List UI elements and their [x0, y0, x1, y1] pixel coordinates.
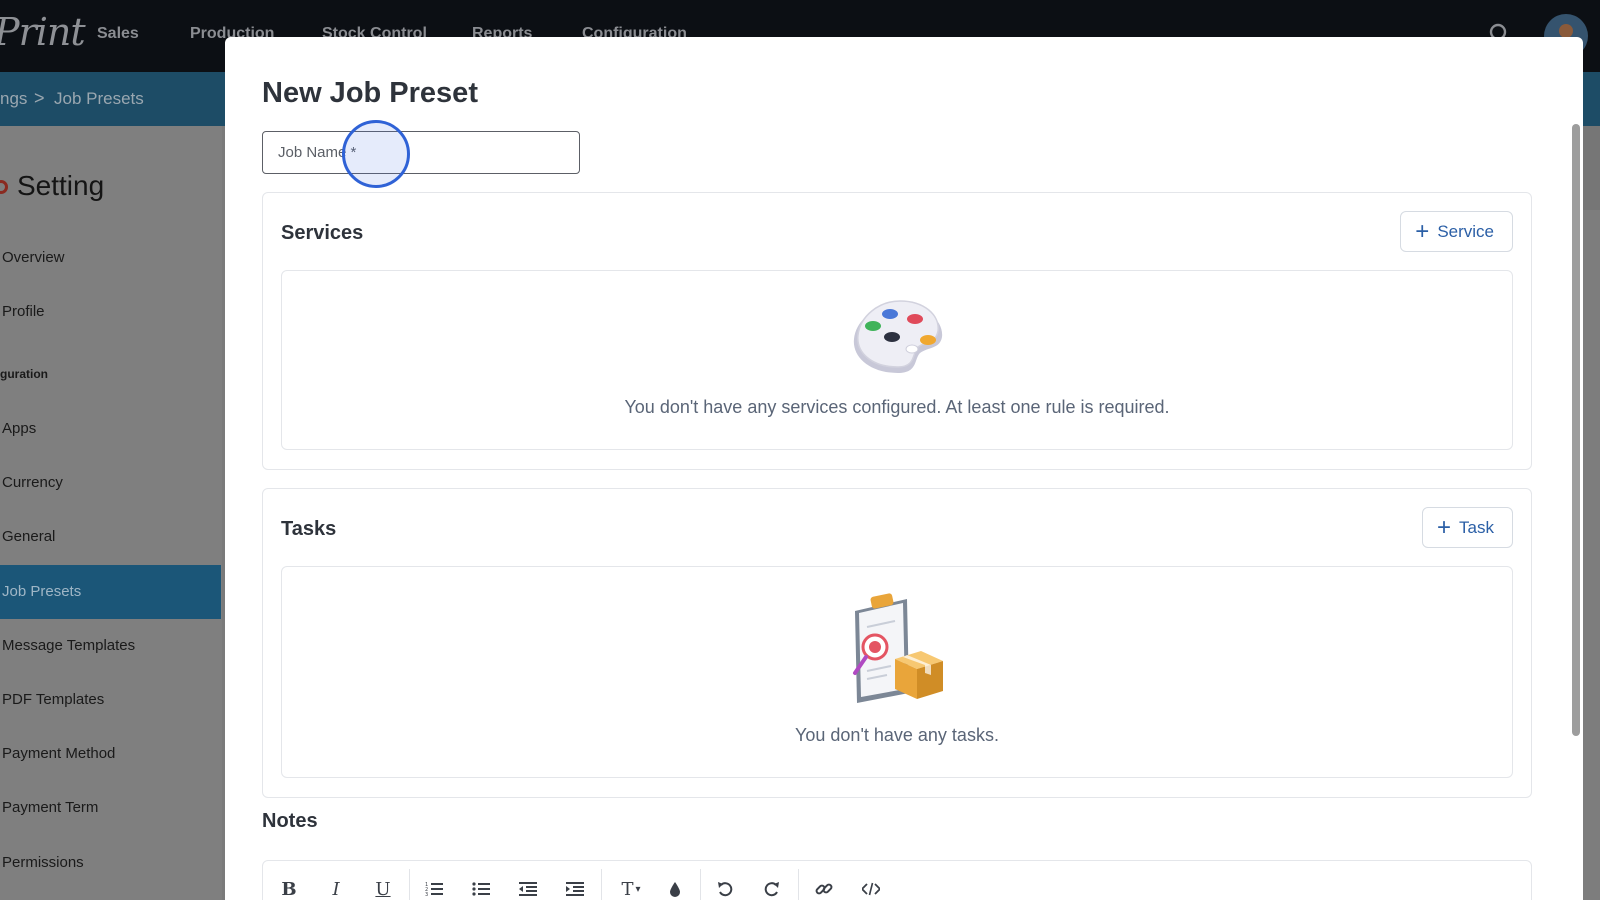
add-task-button[interactable]: + Task: [1422, 507, 1513, 548]
settings-sidebar: Setting Overview Profile guration Apps C…: [0, 126, 222, 900]
services-title: Services: [281, 222, 364, 244]
undo-icon[interactable]: [709, 875, 741, 900]
plus-icon: +: [1437, 513, 1452, 541]
ink-drop-icon[interactable]: [659, 875, 691, 900]
bullet-list-icon[interactable]: [465, 875, 497, 900]
tasks-empty-text: You don't have any tasks.: [795, 725, 999, 745]
notes-title: Notes: [262, 810, 318, 832]
tasks-empty-state: You don't have any tasks.: [281, 566, 1513, 778]
add-service-label: Service: [1437, 221, 1494, 241]
indent-icon[interactable]: [559, 875, 591, 900]
job-name-input[interactable]: [262, 131, 580, 174]
outdent-icon[interactable]: [512, 875, 544, 900]
underline-button[interactable]: U: [367, 875, 399, 900]
svg-text:3: 3: [425, 892, 428, 897]
gear-icon: [0, 180, 8, 194]
italic-button[interactable]: I: [320, 875, 352, 900]
text-style-label: T: [621, 878, 634, 900]
modal-title: New Job Preset: [262, 77, 478, 109]
link-icon[interactable]: [808, 875, 840, 900]
services-empty-state: You don't have any services configured. …: [281, 270, 1513, 450]
plus-icon: +: [1415, 217, 1430, 245]
redo-icon[interactable]: [756, 875, 788, 900]
add-task-label: Task: [1459, 517, 1494, 537]
breadcrumb-separator: >: [34, 88, 45, 108]
sidebar-item-apps[interactable]: Apps: [2, 420, 36, 437]
ordered-list-icon[interactable]: 123: [418, 875, 450, 900]
sidebar-item-payment-method[interactable]: Payment Method: [2, 745, 115, 762]
sidebar-item-profile[interactable]: Profile: [2, 303, 45, 320]
sidebar-item-message-templates[interactable]: Message Templates: [2, 637, 135, 654]
sidebar-item-job-presets[interactable]: Job Presets: [0, 565, 221, 619]
text-style-dropdown[interactable]: T ▾: [611, 875, 651, 900]
modal-scrollbar[interactable]: [1572, 124, 1580, 736]
sidebar-item-permissions[interactable]: Permissions: [2, 854, 84, 871]
paint-palette-icon: [853, 300, 943, 373]
app-logo[interactable]: Print: [0, 10, 86, 54]
bold-button[interactable]: B: [273, 875, 305, 900]
tasks-title: Tasks: [281, 518, 337, 540]
sidebar-item-pdf-templates[interactable]: PDF Templates: [2, 691, 104, 708]
services-card: Services + Service You don't have any se…: [262, 192, 1532, 470]
sidebar-item-label: Job Presets: [2, 583, 82, 600]
breadcrumb-parent[interactable]: ngs: [0, 89, 27, 109]
clipboard-package-icon: [853, 593, 943, 703]
sidebar-item-overview[interactable]: Overview: [2, 249, 65, 266]
sidebar-item-payment-term[interactable]: Payment Term: [2, 799, 98, 816]
new-job-preset-modal: New Job Preset Services + Service You do…: [225, 37, 1583, 900]
services-empty-text: You don't have any services configured. …: [624, 397, 1170, 417]
tasks-card: Tasks + Task You don't have any tasks.: [262, 488, 1532, 798]
notes-editor: B I U 123 T ▾: [262, 860, 1532, 900]
nav-sales[interactable]: Sales: [97, 25, 139, 43]
add-service-button[interactable]: + Service: [1400, 211, 1513, 252]
sidebar-item-general[interactable]: General: [2, 528, 55, 545]
sidebar-item-currency[interactable]: Currency: [2, 474, 63, 491]
breadcrumb-current: Job Presets: [54, 89, 144, 108]
caret-down-icon: ▾: [635, 883, 641, 895]
sidebar-title: Setting: [17, 170, 105, 201]
code-icon[interactable]: [855, 875, 887, 900]
sidebar-section-label: guration: [0, 367, 48, 381]
